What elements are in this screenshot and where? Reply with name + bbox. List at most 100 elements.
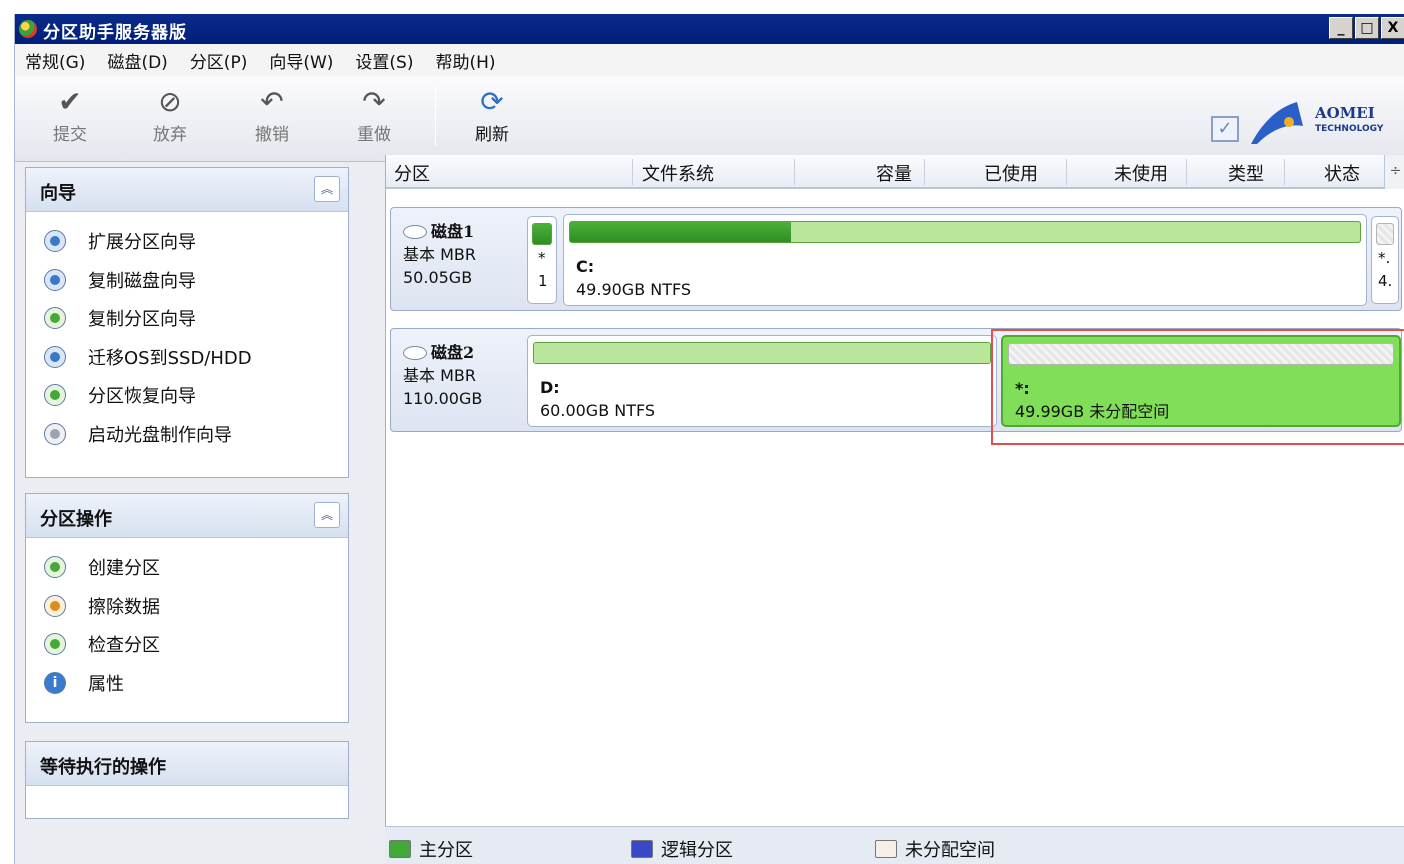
disk-row-1[interactable]: 磁盘1 基本 MBR 50.05GB * 1 C: 49.90GB NTFS *… [390, 207, 1402, 311]
create-partition-icon [44, 556, 66, 579]
disk-map-area: 分区 文件系统 容量 已使用 未使用 类型 状态 ÷ 磁盘1 基本 MBR 50… [385, 155, 1404, 828]
checkmark-icon: ✔ [58, 85, 82, 118]
wizard-item-label: 复制磁盘向导 [88, 270, 196, 292]
disk-1-small-partition-right[interactable]: *. 4. [1371, 216, 1399, 304]
op-item-create[interactable]: 创建分区 [44, 548, 348, 587]
usage-bar [532, 223, 552, 245]
legend-unallocated: 未分配空间 [875, 836, 995, 862]
undo-label: 撤销 [255, 125, 289, 145]
partition-c[interactable]: C: 49.90GB NTFS [563, 214, 1367, 306]
column-separator[interactable] [924, 159, 925, 185]
wizard-item-label: 启动光盘制作向导 [88, 424, 232, 446]
disk-2-info: 磁盘2 基本 MBR 110.00GB [403, 341, 482, 410]
menu-partition[interactable]: 分区(P) [190, 48, 248, 73]
disk-icon [403, 224, 427, 239]
partition-detail: 49.90GB NTFS [576, 280, 692, 299]
disk-icon [403, 345, 427, 360]
legend-unallocated-label: 未分配空间 [905, 840, 995, 861]
minimize-button[interactable]: _ [1329, 17, 1353, 39]
undo-button[interactable]: ↶ 撤销 [237, 86, 307, 146]
check-partition-icon [44, 633, 66, 656]
usage-bar-fill [534, 343, 990, 363]
legend-logical: 逻辑分区 [631, 836, 733, 862]
close-button[interactable]: X [1381, 17, 1404, 39]
usage-bar [1376, 223, 1394, 245]
wizard-item-migrate-os[interactable]: 迁移OS到SSD/HDD [44, 338, 348, 377]
list-scroll-button[interactable]: ÷ [1384, 155, 1404, 189]
partition-label: * [538, 249, 546, 267]
op-item-wipe[interactable]: 擦除数据 [44, 587, 348, 626]
logo-sub: TECHNOLOGY [1315, 124, 1384, 134]
legend-logical-label: 逻辑分区 [661, 840, 733, 861]
partition-d[interactable]: D: 60.00GB NTFS [527, 335, 997, 427]
legend-primary: 主分区 [389, 836, 473, 862]
wizard-panel: 向导 ︽ 扩展分区向导 复制磁盘向导 复制分区向导 迁移OS到SSD/HDD 分… [25, 167, 349, 478]
menu-settings[interactable]: 设置(S) [355, 48, 413, 73]
wizard-item-label: 复制分区向导 [88, 309, 196, 331]
wizard-item-extend[interactable]: 扩展分区向导 [44, 222, 348, 261]
column-separator[interactable] [1284, 159, 1285, 185]
copy-partition-icon [44, 307, 66, 330]
column-used[interactable]: 已使用 [984, 160, 1038, 186]
wizard-item-recovery[interactable]: 分区恢复向导 [44, 376, 348, 415]
disk-2-type: 基本 MBR [403, 366, 476, 385]
window-title: 分区助手服务器版 [43, 23, 187, 43]
partition-name: C: [576, 257, 595, 276]
usage-bar-fill [570, 222, 792, 242]
aomei-logo-icon [1251, 102, 1303, 144]
collapse-ops-button[interactable]: ︽ [314, 502, 340, 528]
disk-2-size: 110.00GB [403, 389, 483, 408]
commit-button[interactable]: ✔ 提交 [35, 85, 105, 146]
refresh-label: 刷新 [475, 125, 509, 145]
redo-icon: ↷ [362, 85, 386, 118]
refresh-icon: ⟳ [480, 85, 504, 118]
menu-disk[interactable]: 磁盘(D) [107, 48, 167, 73]
refresh-button[interactable]: ⟳ 刷新 [457, 85, 527, 146]
menu-wizard[interactable]: 向导(W) [269, 48, 333, 73]
wizard-panel-header[interactable]: 向导 ︽ [26, 168, 348, 212]
column-filesystem[interactable]: 文件系统 [642, 160, 714, 186]
discard-button[interactable]: ⊘ 放弃 [135, 86, 205, 146]
op-item-check[interactable]: 检查分区 [44, 625, 348, 664]
disk-1-small-partition-left[interactable]: * 1 [527, 216, 557, 304]
partition-ops-panel: 分区操作 ︽ 创建分区 擦除数据 检查分区 i 属性 [25, 493, 349, 723]
pending-ops-header[interactable]: 等待执行的操作 [26, 742, 348, 786]
partition-list-header: 分区 文件系统 容量 已使用 未使用 类型 状态 ÷ [386, 155, 1404, 189]
column-status[interactable]: 状态 [1324, 160, 1360, 186]
menu-general[interactable]: 常规(G) [25, 48, 85, 73]
legend-bar: 主分区 逻辑分区 未分配空间 [385, 826, 1404, 864]
redo-button[interactable]: ↷ 重做 [339, 85, 409, 146]
partition-label: *. [1378, 249, 1391, 267]
wizard-item-bootable-media[interactable]: 启动光盘制作向导 [44, 415, 348, 454]
checkbox-icon[interactable]: ✓ [1211, 116, 1239, 142]
discard-label: 放弃 [153, 125, 187, 145]
maximize-button[interactable]: □ [1355, 17, 1379, 39]
column-separator[interactable] [632, 159, 633, 185]
column-type[interactable]: 类型 [1228, 160, 1264, 186]
column-unused[interactable]: 未使用 [1114, 160, 1168, 186]
wizard-item-copy-partition[interactable]: 复制分区向导 [44, 299, 348, 338]
wizard-item-copy-disk[interactable]: 复制磁盘向导 [44, 261, 348, 300]
disk-1-name: 磁盘1 [431, 222, 475, 241]
partition-recovery-icon [44, 384, 66, 407]
column-separator[interactable] [1066, 159, 1067, 185]
partition-detail: 60.00GB NTFS [540, 401, 656, 420]
partition-ops-header[interactable]: 分区操作 ︽ [26, 494, 348, 538]
column-separator[interactable] [794, 159, 795, 185]
menu-help[interactable]: 帮助(H) [435, 48, 495, 73]
op-item-label: 属性 [88, 673, 124, 695]
wizard-item-label: 分区恢复向导 [88, 386, 196, 408]
collapse-wizard-button[interactable]: ︽ [314, 176, 340, 202]
column-capacity[interactable]: 容量 [876, 160, 912, 186]
disk-2-name: 磁盘2 [431, 343, 475, 362]
pending-ops-title: 等待执行的操作 [40, 757, 166, 778]
op-item-properties[interactable]: i 属性 [44, 664, 348, 703]
column-separator[interactable] [1186, 159, 1187, 185]
unallocated-swatch [875, 840, 897, 858]
copy-disk-icon [44, 268, 66, 291]
disk-1-size: 50.05GB [403, 268, 473, 287]
wipe-data-icon [44, 594, 66, 617]
wizard-item-label: 迁移OS到SSD/HDD [88, 347, 252, 369]
toolbar: ✔ 提交 ⊘ 放弃 ↶ 撤销 ↷ 重做 ⟳ 刷新 ✓ AOMEI TECHNOL… [15, 76, 1404, 162]
column-partition[interactable]: 分区 [394, 160, 430, 186]
